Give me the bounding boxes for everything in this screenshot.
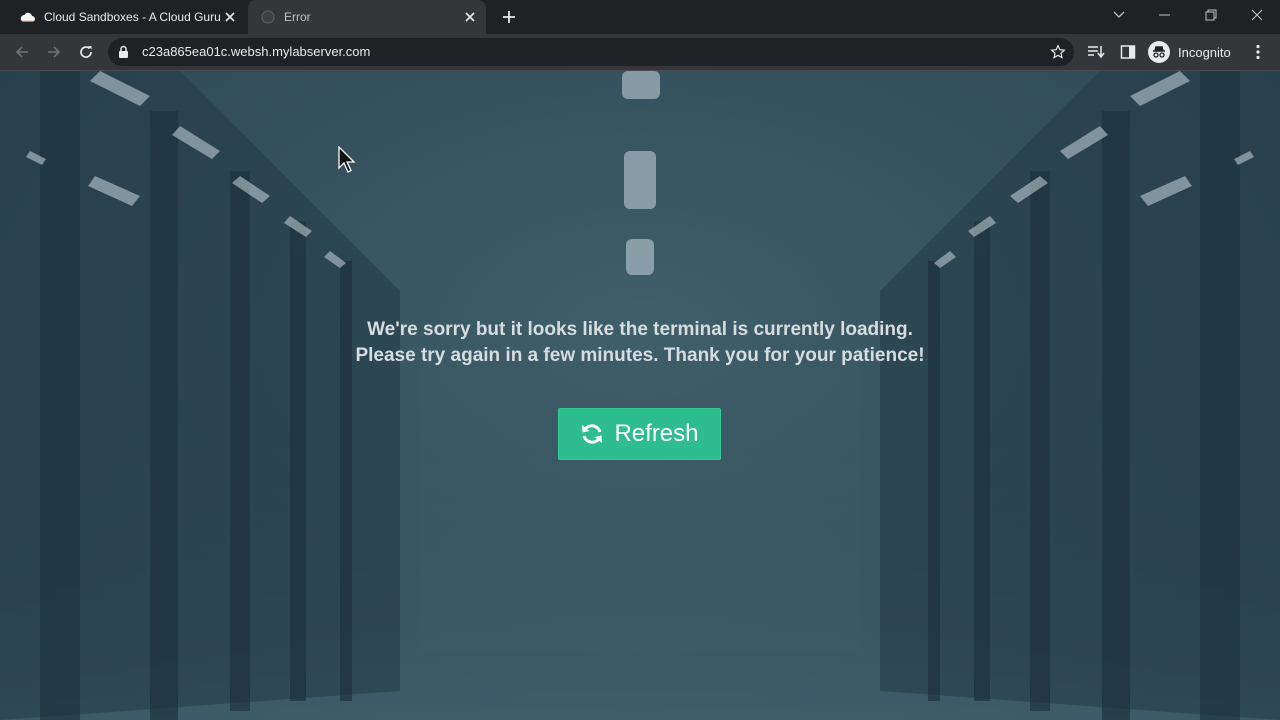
message-line-1: We're sorry but it looks like the termin… xyxy=(367,319,913,340)
url-text[interactable]: c23a865ea01c.websh.mylabserver.com xyxy=(142,38,370,66)
star-icon[interactable] xyxy=(1048,42,1068,62)
forward-button[interactable] xyxy=(40,38,68,66)
cloud-icon xyxy=(20,9,36,25)
page-content: We're sorry but it looks like the termin… xyxy=(0,71,1280,720)
new-tab-button[interactable] xyxy=(498,6,520,28)
incognito-profile[interactable]: Incognito xyxy=(1148,38,1231,66)
lock-icon[interactable] xyxy=(118,45,129,64)
close-window-button[interactable] xyxy=(1234,0,1280,30)
refresh-icon xyxy=(580,422,604,446)
side-panel-icon xyxy=(1120,45,1136,59)
side-panel-button[interactable] xyxy=(1114,38,1142,66)
incognito-label: Incognito xyxy=(1178,44,1231,60)
kebab-menu-icon xyxy=(1256,44,1260,60)
message-line-2: Please try again in a few minutes. Thank… xyxy=(355,345,925,366)
restore-button[interactable] xyxy=(1188,0,1234,30)
tab-strip: Cloud Sandboxes - A Cloud Guru Error xyxy=(0,0,1280,34)
reload-button[interactable] xyxy=(72,38,100,66)
address-bar[interactable]: c23a865ea01c.websh.mylabserver.com xyxy=(108,38,1074,66)
tab-title: Error xyxy=(284,10,311,24)
plus-icon xyxy=(503,11,515,23)
refresh-label: Refresh xyxy=(614,420,699,447)
mouse-pointer-icon xyxy=(338,145,356,179)
menu-button[interactable] xyxy=(1244,38,1272,66)
close-icon[interactable] xyxy=(220,7,240,27)
chevron-down-icon xyxy=(1113,11,1125,18)
reading-list-button[interactable] xyxy=(1082,38,1110,66)
tab-search-button[interactable] xyxy=(1096,0,1142,30)
arrow-right-icon xyxy=(48,46,61,58)
restore-icon xyxy=(1205,9,1217,21)
incognito-icon xyxy=(1148,41,1170,63)
globe-icon xyxy=(260,9,276,25)
close-icon[interactable] xyxy=(460,7,480,27)
minimize-icon xyxy=(1159,14,1170,16)
tab-cloud-sandboxes[interactable]: Cloud Sandboxes - A Cloud Guru xyxy=(8,0,246,34)
server-room-background xyxy=(0,71,1280,720)
minimize-button[interactable] xyxy=(1142,0,1188,30)
reload-icon xyxy=(80,46,92,58)
tab-error[interactable]: Error xyxy=(248,0,486,34)
browser-toolbar: c23a865ea01c.websh.mylabserver.com Incog… xyxy=(0,34,1280,70)
arrow-left-icon xyxy=(15,46,28,58)
close-icon xyxy=(1251,9,1263,21)
tab-title: Cloud Sandboxes - A Cloud Guru xyxy=(44,10,220,24)
refresh-button[interactable]: Refresh xyxy=(558,408,721,460)
loading-message: We're sorry but it looks like the termin… xyxy=(0,317,1280,369)
reading-list-icon xyxy=(1088,46,1105,59)
back-button[interactable] xyxy=(8,38,36,66)
